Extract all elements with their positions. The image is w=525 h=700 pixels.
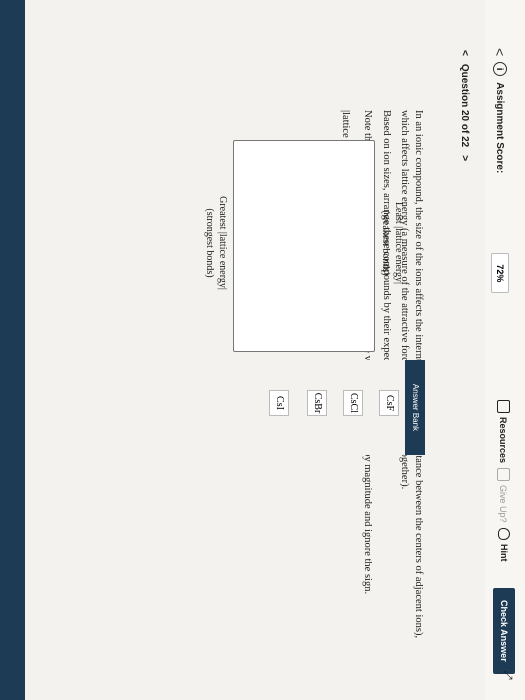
resources-label: Resources [498, 417, 509, 464]
score-label: Assignment Score: [494, 82, 506, 174]
answer-chip[interactable]: CsBr [307, 390, 327, 416]
greatest-label: Greatest |lattice energy| (strongest bon… [203, 168, 229, 318]
hint-button[interactable]: Hint [498, 528, 510, 562]
back-button[interactable]: < [492, 48, 508, 56]
hint-label: Hint [499, 544, 509, 562]
info-icon[interactable]: i [493, 62, 507, 77]
least-title: Least |lattice energy| [393, 201, 404, 285]
answer-chip[interactable]: CsF [379, 390, 399, 416]
answer-chip[interactable]: CsI [269, 390, 289, 416]
next-question-button[interactable]: > [459, 155, 470, 161]
prev-question-button[interactable]: < [459, 50, 470, 56]
question-navigation: < Question 20 of 22 > [459, 50, 470, 161]
expand-icon[interactable]: ⤢ [500, 670, 515, 680]
lightbulb-icon [498, 528, 510, 540]
greatest-subtitle: (strongest bonds) [204, 208, 215, 278]
giveup-icon [497, 468, 510, 481]
least-label: Least |lattice energy| (weakest bonds) [379, 168, 405, 318]
giveup-label: Give Up? [498, 485, 509, 523]
check-answer-button[interactable]: Check Answer [493, 588, 515, 674]
giveup-button[interactable]: Give Up? [497, 468, 510, 523]
least-subtitle: (weakest bonds) [380, 210, 391, 276]
app-window: < i Assignment Score: 72% Resources Give… [0, 0, 525, 700]
ranking-drop-zone[interactable] [233, 140, 375, 352]
answer-chip[interactable]: CsCl [343, 390, 363, 416]
bottom-strip [0, 0, 25, 700]
answer-bank: CsF CsCl CsBr CsI [205, 360, 405, 455]
answer-bank-header: Answer Bank [405, 360, 425, 455]
question-counter: Question 20 of 22 [459, 63, 470, 148]
resources-button[interactable]: Resources [497, 400, 510, 463]
score-badge: 72% [491, 253, 509, 294]
greatest-title: Greatest |lattice energy| [217, 196, 228, 290]
resources-icon [497, 400, 510, 413]
